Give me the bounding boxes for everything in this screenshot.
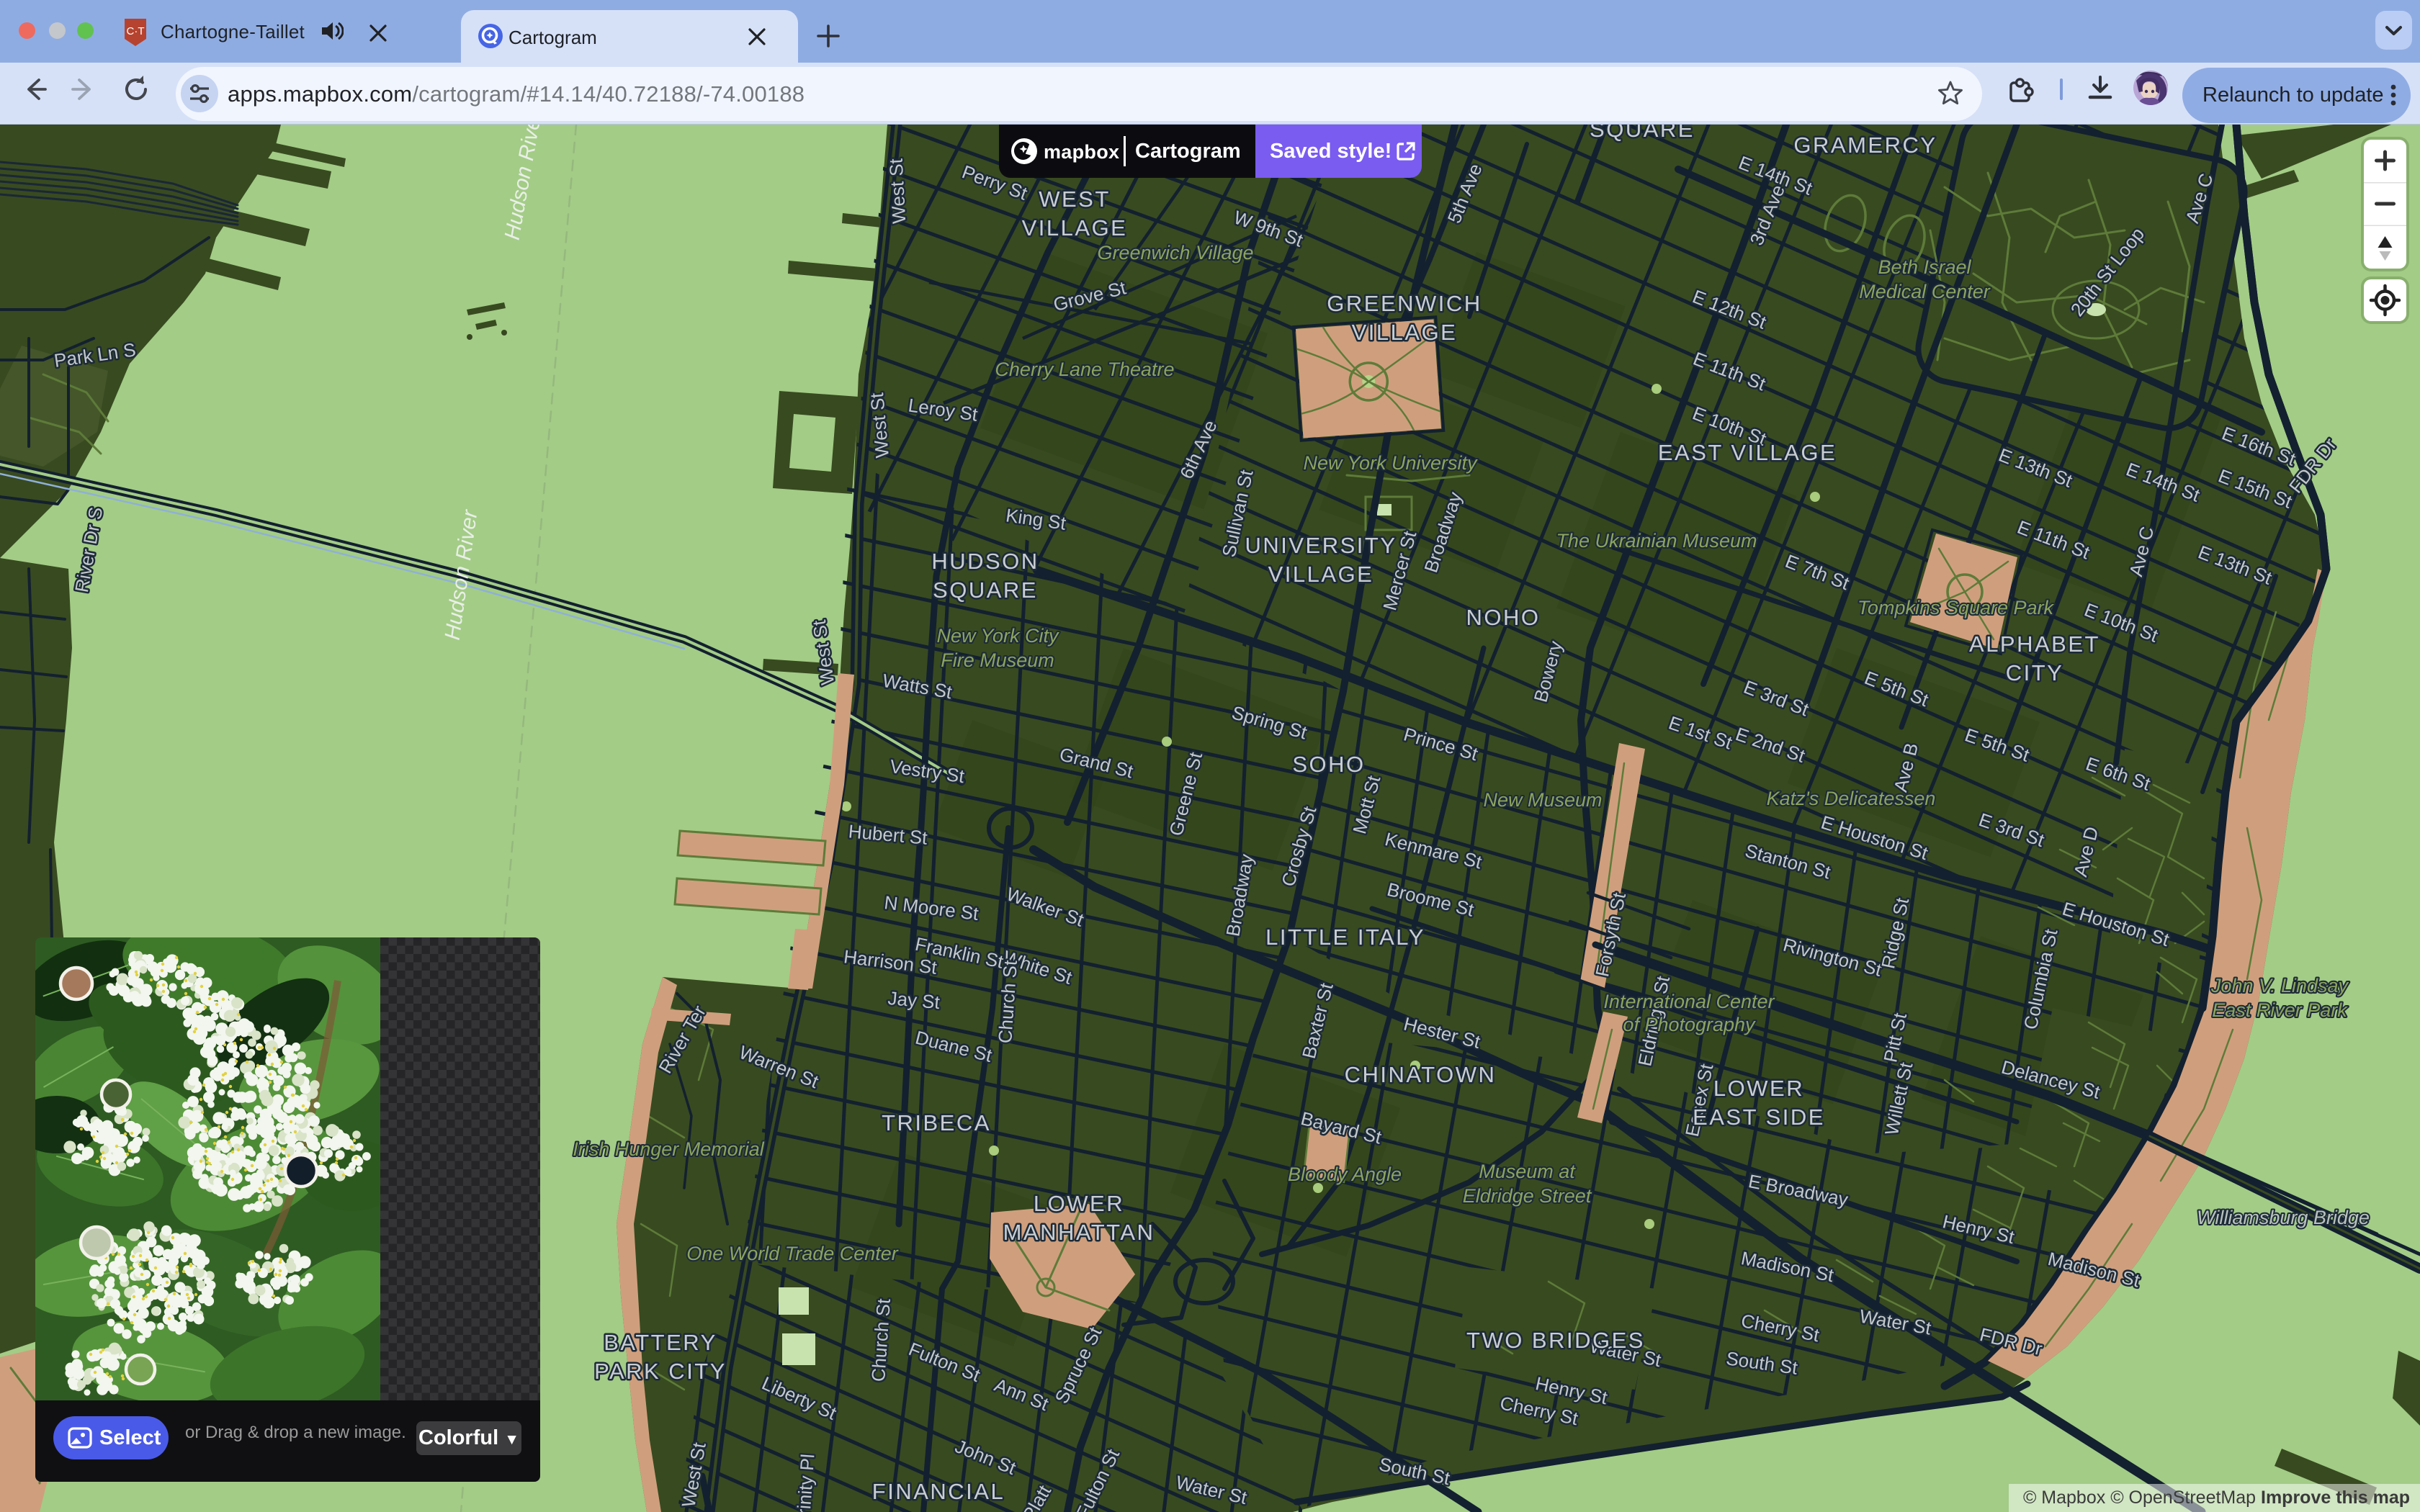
svg-text:Katz's Delicatessen: Katz's Delicatessen: [1767, 788, 1936, 809]
svg-text:MANHATTAN: MANHATTAN: [1003, 1220, 1155, 1245]
svg-text:SQUARE: SQUARE: [933, 577, 1038, 603]
svg-text:East River Park: East River Park: [2212, 999, 2348, 1021]
svg-text:NOHO: NOHO: [1466, 605, 1541, 630]
svg-text:One World Trade Center: One World Trade Center: [686, 1243, 899, 1264]
svg-text:CITY: CITY: [2006, 660, 2064, 685]
svg-text:New York University: New York University: [1303, 452, 1478, 474]
svg-text:Bloody Angle: Bloody Angle: [1288, 1164, 1402, 1185]
svg-text:UNIVERSITY: UNIVERSITY: [1245, 533, 1397, 558]
svg-text:Greenwich Village: Greenwich Village: [1097, 242, 1253, 264]
svg-text:ALPHABET: ALPHABET: [1969, 631, 2100, 657]
svg-text:FINANCIAL: FINANCIAL: [872, 1479, 1005, 1504]
svg-text:Jay St: Jay St: [887, 987, 941, 1013]
svg-text:The Ukrainian Museum: The Ukrainian Museum: [1556, 530, 1757, 552]
svg-text:VILLAGE: VILLAGE: [1022, 215, 1128, 240]
svg-text:Tompkins Square Park: Tompkins Square Park: [1857, 597, 2055, 618]
svg-text:SQUARE: SQUARE: [1590, 125, 1695, 142]
svg-text:New Museum: New Museum: [1483, 789, 1602, 811]
svg-text:Cherry Lane Theatre: Cherry Lane Theatre: [995, 359, 1174, 380]
svg-text:VILLAGE: VILLAGE: [1268, 562, 1374, 587]
svg-text:LITTLE ITALY: LITTLE ITALY: [1265, 924, 1425, 950]
svg-text:WEST: WEST: [1039, 186, 1111, 212]
svg-text:LOWER: LOWER: [1034, 1191, 1124, 1216]
svg-text:Museum at: Museum at: [1479, 1161, 1576, 1182]
svg-text:Trinity Pl: Trinity Pl: [792, 1453, 819, 1512]
svg-text:TWO BRIDGES: TWO BRIDGES: [1466, 1328, 1645, 1353]
svg-text:Eldridge Street: Eldridge Street: [1463, 1185, 1592, 1207]
svg-text:PARK CITY: PARK CITY: [594, 1359, 727, 1384]
svg-text:GRAMERCY: GRAMERCY: [1793, 132, 1937, 158]
svg-text:EAST VILLAGE: EAST VILLAGE: [1658, 440, 1837, 465]
svg-text:Fire Museum: Fire Museum: [941, 649, 1054, 671]
svg-text:John V. Lindsay: John V. Lindsay: [2210, 975, 2349, 996]
svg-text:Beth Israel: Beth Israel: [1878, 256, 1971, 278]
svg-text:VILLAGE: VILLAGE: [1352, 320, 1458, 345]
svg-text:of Photography: of Photography: [1623, 1014, 1756, 1035]
svg-text:LOWER: LOWER: [1713, 1076, 1804, 1101]
svg-text:West St: West St: [885, 158, 910, 225]
svg-text:Irish Hunger Memorial: Irish Hunger Memorial: [573, 1138, 765, 1160]
svg-text:C·T: C·T: [127, 25, 145, 37]
svg-text:Williamsburg Bridge: Williamsburg Bridge: [2197, 1207, 2370, 1228]
svg-text:SOHO: SOHO: [1292, 752, 1365, 777]
svg-text:TRIBECA: TRIBECA: [882, 1110, 991, 1135]
svg-text:BATTERY: BATTERY: [604, 1330, 717, 1355]
svg-text:Medical Center: Medical Center: [1859, 281, 1991, 302]
svg-text:EAST SIDE: EAST SIDE: [1693, 1104, 1825, 1130]
svg-text:International Center: International Center: [1603, 991, 1775, 1012]
svg-text:New York City: New York City: [936, 625, 1059, 647]
svg-text:CHINATOWN: CHINATOWN: [1345, 1062, 1497, 1087]
svg-text:HUDSON: HUDSON: [931, 549, 1039, 574]
svg-text:GREENWICH: GREENWICH: [1327, 291, 1482, 316]
